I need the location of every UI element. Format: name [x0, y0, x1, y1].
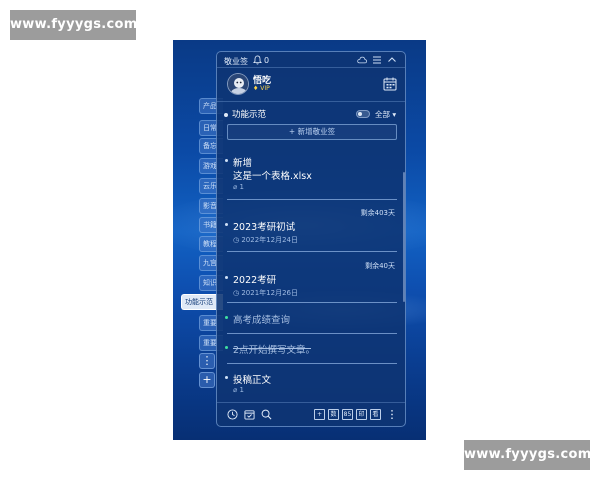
item-title: 新增	[233, 158, 253, 169]
cloud-icon[interactable]	[357, 55, 367, 65]
side-more-button[interactable]: ⋮	[199, 353, 215, 369]
clock-icon: ◷	[233, 289, 240, 297]
item-remaining: 剩余403天	[360, 209, 395, 217]
bell-count: 0	[264, 56, 270, 65]
item-attachment: ⌀ 1	[233, 183, 244, 191]
item-title: 投稿正文	[233, 375, 272, 386]
collapse-icon[interactable]	[387, 55, 397, 65]
side-add-button[interactable]: +	[199, 372, 215, 388]
item-title: 2022考研	[233, 275, 277, 286]
paperclip-icon: ⌀	[233, 183, 238, 191]
screenshot-page: www.fyyygs.com 产品 日常 备忘 游戏 云乐 影音 书籍 教程 九…	[0, 0, 600, 480]
scrollbar[interactable]	[403, 172, 405, 302]
item-bullet	[225, 276, 228, 279]
menu-icon[interactable]	[372, 55, 382, 65]
item-title: 2023考研初试	[233, 222, 296, 233]
item-date-text: 2022年12月24日	[241, 236, 298, 244]
add-box-button[interactable]: +	[314, 409, 325, 420]
add-note-button[interactable]: + 新增敬业签	[227, 124, 397, 140]
bottom-toolbar: + 数 85 印 看	[217, 402, 405, 426]
tool-box-button-5[interactable]: 看	[370, 409, 381, 420]
item-done-bullet	[225, 316, 228, 319]
bell-icon[interactable]	[253, 55, 262, 65]
tool-box-button-3[interactable]: 85	[342, 409, 353, 420]
more-icon[interactable]	[389, 409, 395, 420]
item-bullet	[225, 159, 228, 162]
vip-label: VIP	[260, 85, 270, 92]
view-toggle[interactable]	[356, 110, 370, 118]
item-attachment: ⌀ 1	[233, 386, 244, 394]
notes-panel: 敬业签 0 悟吃 ♦ VIP 功能示范 全部 ▾ + 新增敬业签 新增 这是一个…	[216, 51, 406, 427]
filter-dropdown[interactable]: 全部 ▾	[375, 109, 396, 120]
strikethrough-line	[233, 348, 311, 349]
clock-icon[interactable]	[227, 409, 238, 420]
item-date: ◷ 2021年12月26日	[233, 288, 298, 298]
note-item-done[interactable]: 2点开始撰写文章。	[225, 342, 395, 356]
attachment-count: 1	[239, 183, 244, 191]
header-divider	[217, 101, 405, 102]
item-divider	[227, 302, 397, 303]
group-row: 功能示范	[224, 108, 266, 120]
windows-desktop: 产品 日常 备忘 游戏 云乐 影音 书籍 教程 九宫 知识 功能示范 重要 重要…	[173, 40, 426, 440]
item-bullet	[225, 376, 228, 379]
avatar[interactable]	[227, 73, 249, 95]
avatar-image	[228, 74, 248, 94]
item-title: 高考成绩查询	[233, 315, 291, 326]
vip-badge: ♦ VIP	[253, 85, 270, 92]
clock-icon: ◷	[233, 236, 240, 244]
chevron-down-icon: ▾	[392, 110, 397, 119]
item-date: ◷ 2022年12月24日	[233, 235, 298, 245]
item-divider	[227, 363, 397, 364]
item-divider	[227, 333, 397, 334]
filter-label: 全部	[375, 110, 390, 119]
panel-title: 敬业签	[224, 57, 248, 66]
calendar-icon[interactable]	[383, 77, 397, 91]
item-date-text: 2021年12月26日	[241, 289, 298, 297]
paperclip-icon: ⌀	[233, 386, 238, 394]
calendar-check-icon[interactable]	[244, 409, 255, 420]
item-divider	[227, 251, 397, 252]
note-item[interactable]: 投稿正文 ⌀ 1	[225, 372, 395, 398]
watermark-top: www.fyyygs.com	[10, 10, 137, 40]
attachment-count: 1	[239, 386, 244, 394]
item-bullet	[225, 223, 228, 226]
item-remaining: 剩余40天	[365, 262, 395, 270]
item-divider	[227, 199, 397, 200]
title-divider	[217, 67, 405, 68]
group-dot	[224, 112, 228, 117]
search-icon[interactable]	[261, 409, 272, 420]
tool-box-button-2[interactable]: 数	[328, 409, 339, 420]
note-item-done[interactable]: 高考成绩查询	[225, 312, 395, 326]
item-title: 2点开始撰写文章。	[233, 345, 316, 356]
toggle-knob	[358, 112, 362, 116]
note-item[interactable]: 剩余403天 2023考研初试 ◷ 2022年12月24日	[225, 206, 395, 246]
tool-box-button-4[interactable]: 印	[356, 409, 367, 420]
watermark-bottom: www.fyyygs.com	[464, 440, 591, 470]
note-item[interactable]: 新增 这是一个表格.xlsx ⌀ 1	[225, 155, 395, 195]
item-subtitle: 这是一个表格.xlsx	[233, 171, 312, 182]
item-done-bullet	[225, 346, 228, 349]
group-name: 功能示范	[232, 110, 267, 120]
note-item[interactable]: 剩余40天 2022考研 ◷ 2021年12月26日	[225, 259, 395, 299]
